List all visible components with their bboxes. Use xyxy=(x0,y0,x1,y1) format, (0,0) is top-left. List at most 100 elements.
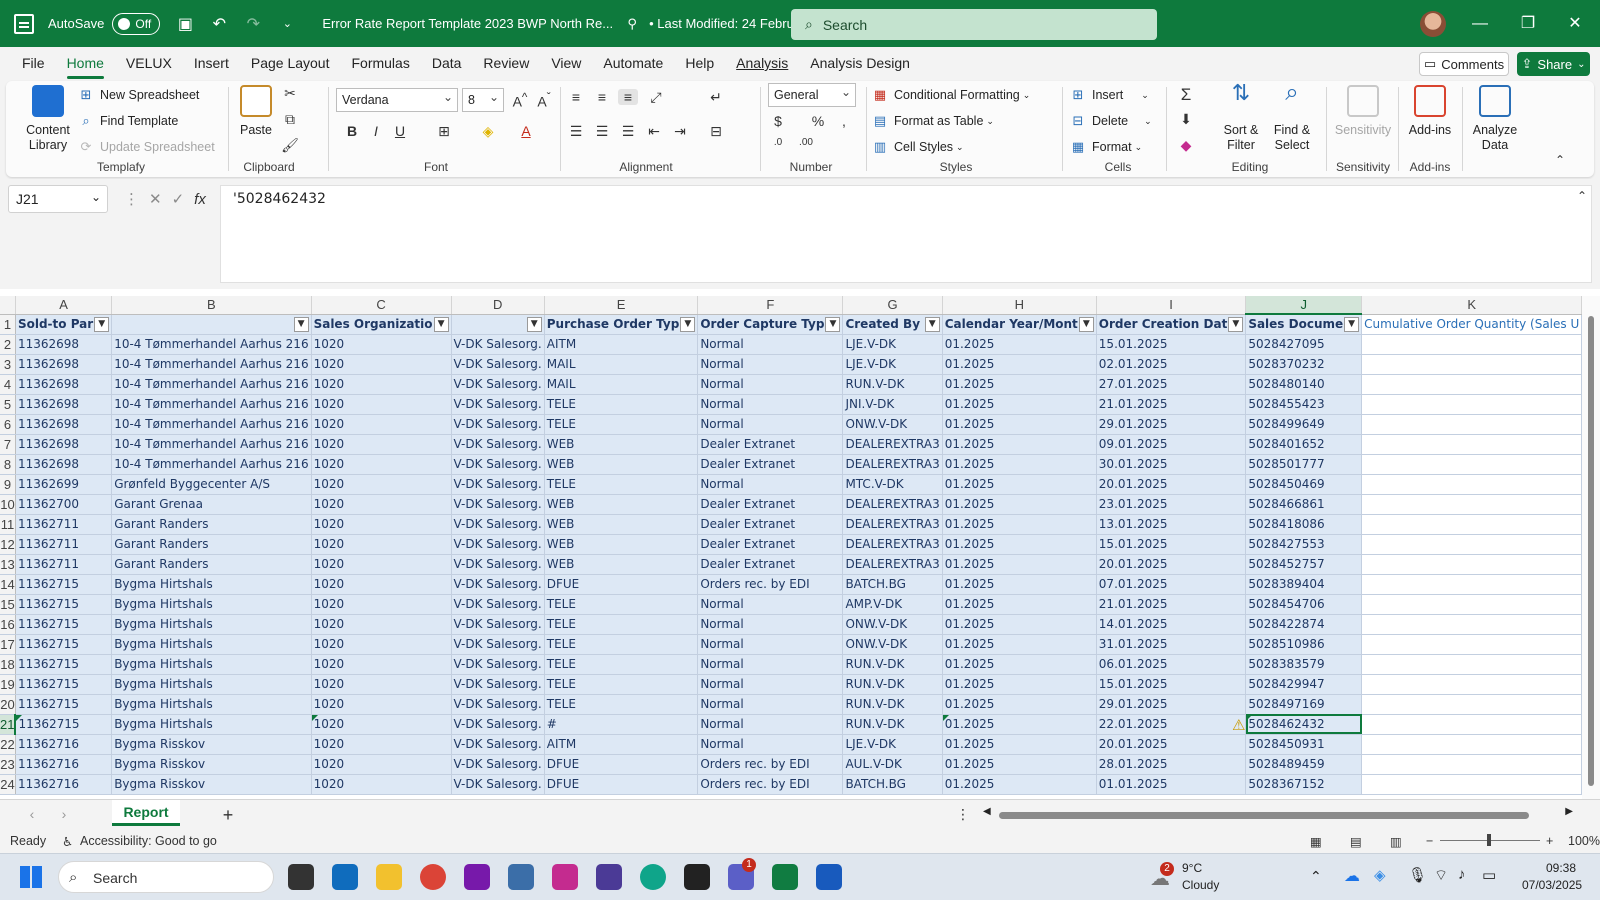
table-cell[interactable]: 11362698 xyxy=(15,334,113,355)
sheet-tab-report[interactable]: Report xyxy=(112,800,180,826)
align-bottom-icon[interactable]: ≡ xyxy=(618,89,638,105)
column-header[interactable]: E xyxy=(544,296,699,315)
tab-page-layout[interactable]: Page Layout xyxy=(251,55,330,71)
table-cell[interactable]: 11362715 xyxy=(15,654,113,675)
row-number[interactable]: 10 xyxy=(0,494,16,515)
table-cell[interactable]: 30.01.2025 xyxy=(1096,454,1247,475)
table-cell[interactable]: 21.01.2025 xyxy=(1096,594,1247,615)
word-icon[interactable] xyxy=(816,864,842,890)
share-button[interactable]: ⇪ Share ⌄ xyxy=(1517,52,1590,76)
expand-formula-icon[interactable]: ⌃ xyxy=(1572,189,1592,203)
update-spreadsheet-button[interactable]: ⟳ Update Spreadsheet xyxy=(78,139,215,155)
table-cell[interactable]: V-DK Salesorg. xyxy=(451,574,545,595)
table-cell[interactable]: 10-4 Tømmerhandel Aarhus 216 xyxy=(111,374,312,395)
table-cell[interactable]: WEB xyxy=(544,494,699,515)
table-cell[interactable]: 01.2025 xyxy=(942,394,1097,415)
column-header[interactable]: G xyxy=(842,296,943,315)
taskbar-search[interactable]: ⌕ Search xyxy=(58,861,274,893)
table-cell[interactable]: 11362715 xyxy=(15,714,113,735)
table-cell[interactable]: 1020 xyxy=(311,634,452,655)
row-number[interactable]: 9 xyxy=(0,474,16,495)
excel-taskbar-icon[interactable] xyxy=(772,864,798,890)
table-cell[interactable]: ONW.V-DK xyxy=(842,414,943,435)
accessibility-icon[interactable]: ♿ xyxy=(62,834,73,849)
table-cell[interactable]: Bygma Hirtshals xyxy=(111,614,312,635)
tab-analysis-design[interactable]: Analysis Design xyxy=(810,55,910,71)
outlook-icon[interactable] xyxy=(332,864,358,890)
table-cell[interactable]: 10-4 Tømmerhandel Aarhus 216 xyxy=(111,334,312,355)
table-cell[interactable]: 20.01.2025 xyxy=(1096,474,1247,495)
table-cell[interactable]: 21.01.2025 xyxy=(1096,394,1247,415)
table-cell[interactable]: 01.2025 xyxy=(942,774,1097,795)
table-cell[interactable]: 11362711 xyxy=(15,554,113,575)
table-cell[interactable]: V-DK Salesorg. xyxy=(451,654,545,675)
column-header[interactable]: H xyxy=(942,296,1097,315)
table-cell[interactable]: 20.01.2025 xyxy=(1096,554,1247,575)
edge-icon[interactable] xyxy=(640,864,666,890)
table-cell[interactable]: TELE xyxy=(544,474,699,495)
table-cell[interactable]: RUN.V-DK xyxy=(842,714,943,735)
analyze-data-button[interactable]: Analyze Data xyxy=(1466,85,1524,153)
tab-formulas[interactable]: Formulas xyxy=(351,55,409,71)
last-modified[interactable]: • Last Modified: 24 February xyxy=(649,16,812,31)
row-number[interactable]: 11 xyxy=(0,514,16,535)
table-cell[interactable]: 1020 xyxy=(311,454,452,475)
table-cell[interactable]: V-DK Salesorg. xyxy=(451,374,545,395)
table-cell[interactable]: 5028455423 xyxy=(1245,394,1363,415)
table-cell[interactable]: Bygma Risskov xyxy=(111,774,312,795)
merge-center-icon[interactable]: ⊟ xyxy=(706,123,726,140)
onenote-icon[interactable] xyxy=(464,864,490,890)
table-cell[interactable]: 01.2025 xyxy=(942,734,1097,755)
bold-icon[interactable]: B xyxy=(342,123,362,139)
table-cell[interactable]: MAIL xyxy=(544,354,699,375)
table-cell[interactable]: V-DK Salesorg. xyxy=(451,354,545,375)
find-template-button[interactable]: ⌕ Find Template xyxy=(78,113,178,129)
table-cell[interactable]: 1020 xyxy=(311,754,452,775)
row-number[interactable]: 20 xyxy=(0,694,16,715)
filter-dropdown-icon[interactable]: ▼ xyxy=(293,316,309,332)
clock-time[interactable]: 09:38 xyxy=(1546,861,1576,875)
table-cell[interactable]: 5028450931 xyxy=(1245,734,1363,755)
table-cell[interactable]: V-DK Salesorg. xyxy=(451,674,545,695)
redo-icon[interactable]: ↷ xyxy=(244,15,262,33)
table-cell[interactable]: 11362698 xyxy=(15,374,113,395)
prev-sheet-icon[interactable]: ‹ xyxy=(22,806,42,822)
table-cell[interactable]: Normal xyxy=(697,354,844,375)
column-header[interactable]: F xyxy=(697,296,844,315)
row-number[interactable]: 4 xyxy=(0,374,16,395)
table-cell[interactable]: ONW.V-DK xyxy=(842,634,943,655)
zoom-level[interactable]: 100% xyxy=(1568,834,1600,848)
app-icon[interactable] xyxy=(508,864,534,890)
table-cell[interactable]: 10-4 Tømmerhandel Aarhus 216 xyxy=(111,454,312,475)
table-cell[interactable]: 01.2025 xyxy=(942,334,1097,355)
page-layout-view-icon[interactable]: ▤ xyxy=(1350,834,1362,849)
column-header[interactable]: B xyxy=(111,296,312,315)
font-size-select[interactable]: 8 xyxy=(462,86,504,112)
content-library-button[interactable]: Content Library xyxy=(20,85,76,153)
table-cell[interactable]: Bygma Hirtshals xyxy=(111,654,312,675)
table-cell[interactable]: Bygma Hirtshals xyxy=(111,714,312,735)
row-number[interactable]: 8 xyxy=(0,454,16,475)
header-cell[interactable]: ▼ xyxy=(451,314,545,335)
table-cell[interactable]: Bygma Hirtshals xyxy=(111,594,312,615)
collapse-ribbon-icon[interactable]: ⌃ xyxy=(1550,153,1570,167)
increase-font-icon[interactable]: A^ xyxy=(510,91,530,110)
filter-dropdown-icon[interactable]: ▼ xyxy=(924,316,940,332)
table-cell[interactable]: MTC.V-DK xyxy=(842,474,943,495)
table-cell[interactable]: 5028499649 xyxy=(1245,414,1363,435)
table-cell[interactable]: Dealer Extranet xyxy=(697,434,844,455)
table-cell[interactable]: TELE xyxy=(544,634,699,655)
more-icon[interactable]: ⋮ xyxy=(124,190,139,208)
table-cell[interactable]: 1020 xyxy=(311,714,452,735)
table-cell[interactable]: Normal xyxy=(697,594,844,615)
table-cell[interactable]: 15.01.2025 xyxy=(1096,534,1247,555)
align-middle-icon[interactable]: ≡ xyxy=(592,89,612,105)
table-cell[interactable]: 14.01.2025 xyxy=(1096,614,1247,635)
table-cell[interactable]: 10-4 Tømmerhandel Aarhus 216 xyxy=(111,394,312,415)
table-cell[interactable]: 11362698 xyxy=(15,414,113,435)
table-cell[interactable]: DEALEREXTRA3 xyxy=(842,514,943,535)
table-cell[interactable]: 01.2025 xyxy=(942,454,1097,475)
cut-icon[interactable]: ✂ xyxy=(280,85,300,102)
filter-dropdown-icon[interactable]: ▼ xyxy=(433,316,449,332)
table-cell[interactable]: # xyxy=(544,714,699,735)
